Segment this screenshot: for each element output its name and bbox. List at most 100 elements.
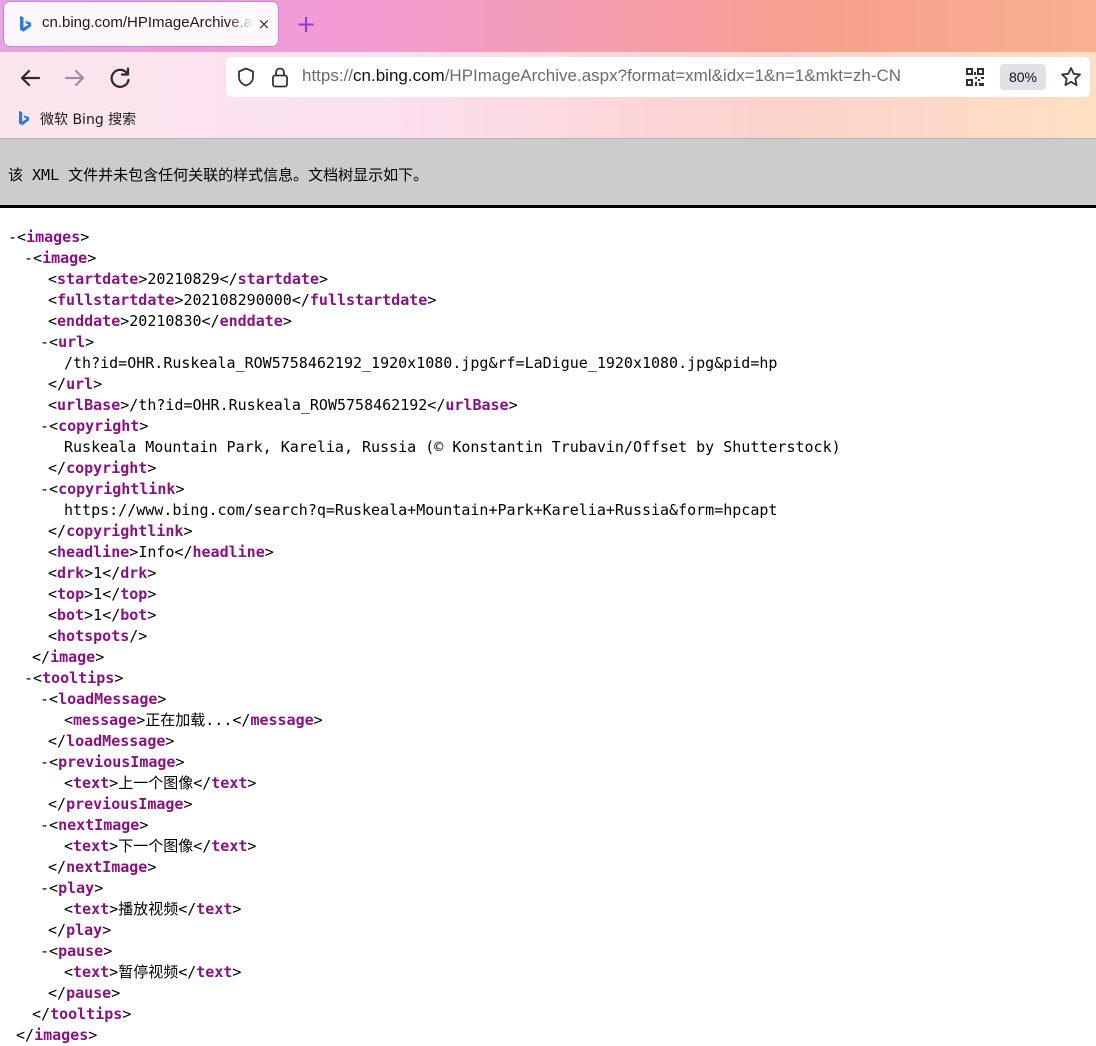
xml-tag: headline xyxy=(192,543,265,561)
star-icon[interactable] xyxy=(1060,66,1082,88)
xml-tag: url xyxy=(58,333,86,351)
url-domain: cn.bing.com xyxy=(353,66,445,85)
xml-value: 20210830 xyxy=(129,312,202,330)
xml-line: </previousImage> xyxy=(48,795,193,813)
collapse-toggle[interactable]: - xyxy=(40,753,49,771)
xml-value: 202108290000 xyxy=(183,291,292,309)
xml-tag: text xyxy=(73,900,110,918)
xml-line: </image> xyxy=(32,648,105,666)
xml-line: </images> xyxy=(16,1026,98,1044)
xml-line: <fullstartdate>202108290000</fullstartda… xyxy=(48,291,437,309)
xml-info-bar: 该 XML 文件并未包含任何关联的样式信息。文档树显示如下。 xyxy=(0,138,1096,208)
collapse-toggle[interactable]: - xyxy=(24,669,33,687)
xml-line: <text>播放视频</text> xyxy=(64,900,242,918)
xml-tag: bot xyxy=(57,606,85,624)
collapse-toggle[interactable]: - xyxy=(40,333,49,351)
xml-line: </play> xyxy=(48,921,112,939)
xml-tag: image xyxy=(50,648,96,666)
xml-line: <headline>Info</headline> xyxy=(48,543,274,561)
xml-tag: fullstartdate xyxy=(309,291,428,309)
xml-tag: text xyxy=(211,774,248,792)
xml-line: -<tooltips> xyxy=(24,669,124,687)
xml-line: <urlBase>/th?id=OHR.Ruskeala_ROW57584621… xyxy=(48,396,518,414)
xml-tag: loadMessage xyxy=(66,732,166,750)
xml-line: -<copyrightlink> xyxy=(40,480,185,498)
xml-tag: top xyxy=(57,585,85,603)
xml-line: <text>上一个图像</text> xyxy=(64,774,257,792)
xml-value: /th?id=OHR.Ruskeala_ROW5758462192 xyxy=(129,396,428,414)
lock-icon[interactable] xyxy=(270,66,290,88)
xml-value: 下一个图像 xyxy=(118,837,194,855)
xml-tag: pause xyxy=(58,942,104,960)
url-scheme: https:// xyxy=(302,66,354,85)
xml-line: </tooltips> xyxy=(32,1005,132,1023)
browser-tab[interactable]: cn.bing.com/HPImageArchive.aspx?format=x… xyxy=(4,2,278,46)
xml-tag: text xyxy=(196,963,233,981)
address-bar[interactable]: https://cn.bing.com/HPImageArchive.aspx?… xyxy=(226,57,1090,97)
xml-line: <bot>1</bot> xyxy=(48,606,157,624)
qr-code-icon[interactable] xyxy=(965,67,985,87)
new-tab-button[interactable]: + xyxy=(294,12,318,36)
xml-tag: startdate xyxy=(57,270,139,288)
collapse-toggle[interactable]: - xyxy=(8,228,17,246)
xml-line: <hotspots/> xyxy=(48,627,148,645)
xml-tag: pause xyxy=(66,984,112,1002)
collapse-toggle[interactable]: - xyxy=(40,690,49,708)
xml-tag: text xyxy=(73,837,110,855)
back-icon[interactable] xyxy=(16,64,44,92)
shield-icon[interactable] xyxy=(236,67,256,87)
browser-chrome: cn.bing.com/HPImageArchive.aspx?format=x… xyxy=(0,0,1096,138)
xml-line: <startdate>20210829</startdate> xyxy=(48,270,328,288)
xml-line: </url> xyxy=(48,375,103,393)
url-path: /HPImageArchive.aspx?format=xml&idx=1&n=… xyxy=(444,66,902,85)
xml-tag: loadMessage xyxy=(58,690,158,708)
xml-line: </copyrightlink> xyxy=(48,522,193,540)
xml-tag: bot xyxy=(120,606,148,624)
xml-tag: drk xyxy=(120,564,148,582)
xml-tag: nextImage xyxy=(58,816,140,834)
xml-tag: drk xyxy=(57,564,85,582)
bookmark-bing[interactable]: 微软 Bing 搜索 xyxy=(16,108,136,130)
xml-line: </copyright> xyxy=(48,459,157,477)
xml-tag: copyright xyxy=(66,459,148,477)
xml-tag: play xyxy=(66,921,103,939)
xml-line: </pause> xyxy=(48,984,121,1002)
xml-line: <top>1</top> xyxy=(48,585,157,603)
xml-value: 播放视频 xyxy=(118,900,179,918)
collapse-toggle[interactable]: - xyxy=(24,249,33,267)
xml-tag: startdate xyxy=(237,270,319,288)
forward-icon[interactable] xyxy=(61,64,89,92)
xml-line: Ruskeala Mountain Park, Karelia, Russia … xyxy=(0,437,1096,458)
tab-close-icon[interactable]: × xyxy=(256,14,272,34)
xml-tag: tooltips xyxy=(50,1005,123,1023)
xml-tag: copyright xyxy=(58,417,140,435)
collapse-toggle[interactable]: - xyxy=(40,417,49,435)
xml-tag: copyrightlink xyxy=(66,522,184,540)
xml-tag: message xyxy=(73,711,137,729)
xml-tag: hotspots xyxy=(57,627,130,645)
xml-tag: urlBase xyxy=(445,396,509,414)
collapse-toggle[interactable]: - xyxy=(40,879,49,897)
zoom-level[interactable]: 80% xyxy=(1000,64,1046,90)
xml-value: /th?id=OHR.Ruskeala_ROW5758462192_1920x1… xyxy=(64,354,778,372)
bing-icon xyxy=(20,16,31,32)
xml-line: </nextImage> xyxy=(48,858,157,876)
xml-line: <text>下一个图像</text> xyxy=(64,837,257,855)
collapse-toggle[interactable]: - xyxy=(40,480,49,498)
xml-tag: tooltips xyxy=(42,669,115,687)
xml-tag: previousImage xyxy=(58,753,176,771)
xml-value: https://www.bing.com/search?q=Ruskeala+M… xyxy=(64,501,778,519)
xml-line: </loadMessage> xyxy=(48,732,175,750)
xml-line: -<nextImage> xyxy=(40,816,149,834)
url-text[interactable]: https://cn.bing.com/HPImageArchive.aspx?… xyxy=(302,66,954,88)
xml-tag: enddate xyxy=(57,312,121,330)
xml-tag: top xyxy=(120,585,148,603)
collapse-toggle[interactable]: - xyxy=(40,942,49,960)
xml-line: <drk>1</drk> xyxy=(48,564,157,582)
xml-tag: headline xyxy=(57,543,130,561)
xml-line: -<image> xyxy=(24,249,97,267)
reload-icon[interactable] xyxy=(106,64,134,92)
xml-tag: images xyxy=(34,1026,89,1044)
xml-line: -<copyright> xyxy=(40,417,149,435)
collapse-toggle[interactable]: - xyxy=(40,816,49,834)
